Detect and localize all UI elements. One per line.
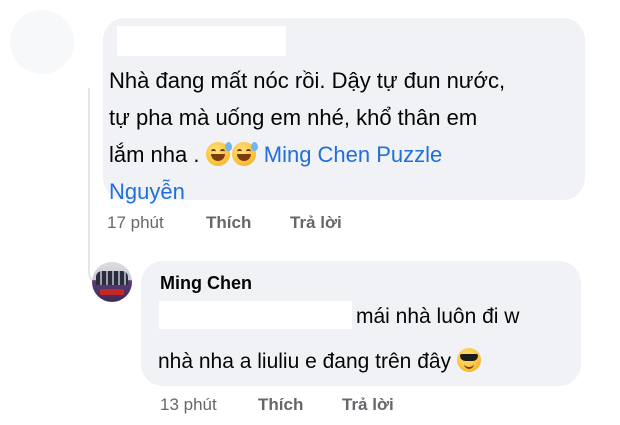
- sweat-smile-emoji-icon: [231, 142, 258, 166]
- reply-reply-button[interactable]: Trả lời: [342, 395, 394, 415]
- comment-text-segment: lắm nha .: [109, 142, 200, 167]
- comment-timestamp[interactable]: 17 phút: [107, 213, 164, 233]
- reply-actions: 13 phút Thích Trả lời: [160, 395, 460, 419]
- sweat-smile-emoji-icon: [205, 142, 232, 166]
- thread-line: [88, 88, 90, 263]
- user-mention-link[interactable]: Ming Chen Puzzle: [264, 142, 443, 167]
- reply-author-avatar[interactable]: [92, 262, 132, 302]
- comment-text-line: Nguyễn: [109, 173, 579, 210]
- reply-text-line: nhà nha a liuliu e đang trên đây: [158, 348, 483, 374]
- reply-text-line: mái nhà luôn đi w: [356, 305, 520, 328]
- commenter-avatar[interactable]: [10, 10, 74, 74]
- comment-text: Nhà đang mất nóc rồi. Dậy tự đun nước, t…: [109, 62, 579, 210]
- avatar-photo-banner: [100, 289, 124, 295]
- comment-text-line: tự pha mà uống em nhé, khổ thân em: [109, 105, 478, 130]
- sunglasses-emoji-icon: [456, 348, 481, 372]
- comment-bubble: Nhà đang mất nóc rồi. Dậy tự đun nước, t…: [103, 18, 585, 204]
- reply-author-name[interactable]: Ming Chen: [160, 273, 252, 294]
- comment-text-line: lắm nha . Ming Chen Puzzle: [109, 136, 579, 173]
- redacted-commenter-name: [117, 26, 286, 56]
- reply-like-button[interactable]: Thích: [258, 395, 303, 415]
- like-button[interactable]: Thích: [206, 213, 251, 233]
- reply-button[interactable]: Trả lời: [290, 213, 342, 233]
- reply-text-segment: nhà nha a liuliu e đang trên đây: [158, 350, 452, 373]
- comment-text-line: Nhà đang mất nóc rồi. Dậy tự đun nước,: [109, 68, 506, 93]
- reply-timestamp[interactable]: 13 phút: [160, 395, 217, 415]
- user-mention-link[interactable]: Nguyễn: [109, 179, 185, 204]
- comment-actions: 17 phút Thích Trả lời: [107, 213, 407, 237]
- avatar-photo-figures: [96, 271, 128, 285]
- redacted-reply-text: [159, 301, 352, 329]
- reply-bubble: Ming Chen mái nhà luôn đi w nhà nha a li…: [141, 261, 581, 386]
